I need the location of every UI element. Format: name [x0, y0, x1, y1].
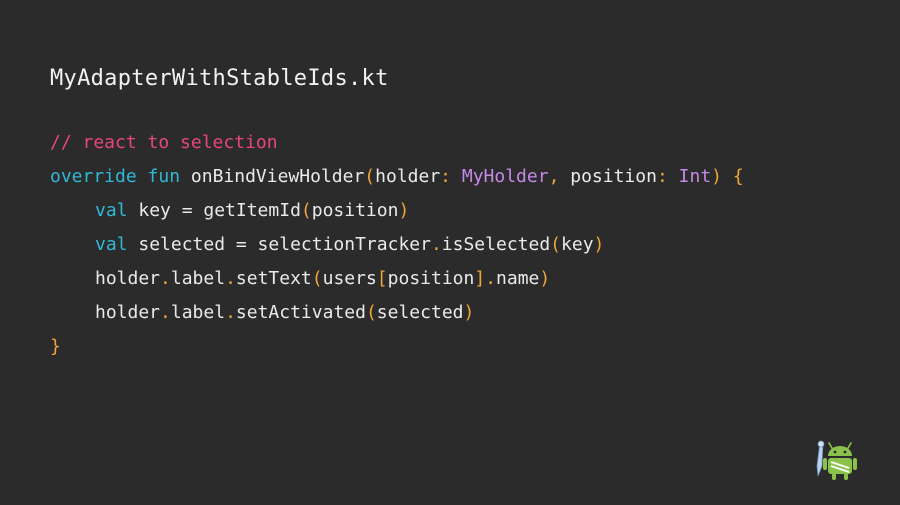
code-slide: MyAdapterWithStableIds.kt // react to se… [0, 0, 900, 505]
code-token: fun [147, 166, 181, 187]
code-token: holder [95, 268, 161, 289]
code-token: . [485, 268, 497, 289]
code-token: ) [539, 268, 551, 289]
code-token: . [430, 234, 442, 255]
compass-needle-icon [816, 440, 825, 477]
code-token: selected = selectionTracker [127, 234, 431, 255]
code-token: ) [463, 302, 475, 323]
code-token: ( [365, 302, 377, 323]
code-line: val key = getItemId(position) [50, 194, 744, 228]
code-token: setActivated [235, 302, 366, 323]
code-token: position [559, 166, 657, 187]
code-line: // react to selection [50, 126, 744, 160]
code-token: ( [364, 166, 376, 187]
code-token: ] [474, 268, 486, 289]
code-token: // react to selection [50, 132, 278, 153]
code-block: // react to selection override fun onBind… [50, 126, 744, 364]
code-line: holder.label.setText(users[position].nam… [50, 262, 744, 296]
code-token: MyHolder [461, 166, 549, 187]
code-token: val [95, 234, 128, 255]
code-token: [ [376, 268, 388, 289]
code-token: onBindViewHolder [180, 166, 365, 187]
code-token: label [170, 268, 226, 289]
code-token: key = getItemId [127, 200, 301, 221]
code-token: val [95, 200, 128, 221]
code-token: setText [235, 268, 312, 289]
code-token: override [50, 166, 137, 187]
code-token: ) [711, 166, 722, 187]
code-line: } [50, 330, 744, 364]
android-studio-icon [816, 440, 857, 480]
code-token: isSelected [441, 234, 551, 255]
code-token: name [496, 268, 540, 289]
code-line: holder.label.setActivated(selected) [50, 296, 744, 330]
code-token: ( [550, 234, 562, 255]
code-line: val selected = selectionTracker.isSelect… [50, 228, 744, 262]
code-token: } [50, 336, 61, 357]
file-name-title: MyAdapterWithStableIds.kt [50, 66, 389, 91]
code-token: users [322, 268, 377, 289]
code-token: ( [300, 200, 312, 221]
code-token: . [225, 268, 236, 289]
code-token: ) [398, 200, 410, 221]
code-token: holder [375, 166, 441, 187]
code-token: . [160, 302, 171, 323]
code-token: , [548, 166, 560, 187]
code-token: holder [95, 302, 161, 323]
code-token: Int [678, 166, 712, 187]
code-token: position [311, 200, 399, 221]
code-token: : [440, 166, 452, 187]
code-token: : [656, 166, 668, 187]
android-robot-icon [823, 442, 857, 480]
code-token: { [732, 166, 744, 187]
code-token: label [170, 302, 226, 323]
code-token: . [160, 268, 171, 289]
code-token: selected [376, 302, 464, 323]
code-token: ( [311, 268, 323, 289]
code-token: key [561, 234, 594, 255]
code-line: override fun onBindViewHolder(holder: My… [50, 160, 744, 194]
code-token: position [387, 268, 475, 289]
code-token: ) [593, 234, 605, 255]
code-token: . [225, 302, 236, 323]
